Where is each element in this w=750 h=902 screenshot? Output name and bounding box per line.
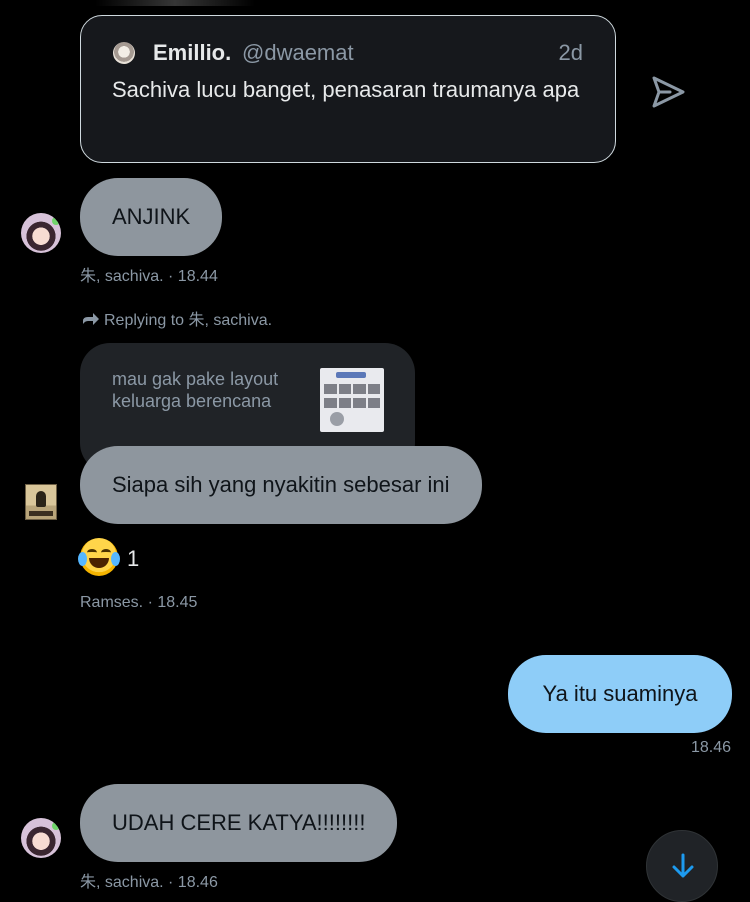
online-indicator <box>52 822 60 830</box>
quoted-tweet-text: Sachiva lucu banget, penasaran traumanya… <box>112 77 580 102</box>
avatar-sachiva[interactable] <box>21 213 61 253</box>
send-icon[interactable] <box>648 72 688 112</box>
arrow-down-icon <box>672 853 694 878</box>
replying-to-text: Replying to 朱, sachiva. <box>104 312 273 329</box>
message-bubble-outgoing[interactable]: Ya itu suaminya <box>508 655 732 733</box>
quoted-tweet-time: 2d <box>558 40 583 65</box>
replying-to-label: Replying to 朱, sachiva. <box>80 306 272 330</box>
reaction-count: 1 <box>127 546 140 571</box>
message-meta: 朱, sachiva. · 18.46 <box>80 874 218 891</box>
scroll-to-bottom-button[interactable] <box>646 830 718 902</box>
message-meta: 朱, sachiva. · 18.44 <box>80 268 218 285</box>
joy-emoji-icon[interactable] <box>78 538 120 576</box>
message-meta: 18.46 <box>690 739 731 756</box>
reply-arrow-icon <box>83 313 99 325</box>
message-bubble-incoming[interactable]: ANJINK <box>80 178 223 256</box>
avatar-sachiva[interactable] <box>21 818 61 858</box>
top-divider <box>95 0 255 6</box>
reply-preview-thumbnail <box>320 368 384 432</box>
message-meta: Ramses. · 18.45 <box>80 594 198 611</box>
online-indicator <box>52 217 60 225</box>
quoted-tweet-avatar <box>113 42 135 64</box>
message-bubble-incoming[interactable]: UDAH CERE KATYA!!!!!!!! <box>80 784 398 862</box>
quoted-tweet-name: Emillio. <box>153 40 232 65</box>
message-bubble-incoming[interactable]: Siapa sih yang nyakitin sebesar ini <box>80 446 482 524</box>
reply-preview-text: mau gak pake layout keluarga berencana <box>112 369 279 411</box>
avatar-ramses[interactable] <box>25 484 57 520</box>
quoted-tweet-handle: @dwaemat <box>242 40 354 65</box>
quoted-tweet-card[interactable]: Emillio. @dwaemat 2d Sachiva lucu banget… <box>80 15 616 163</box>
